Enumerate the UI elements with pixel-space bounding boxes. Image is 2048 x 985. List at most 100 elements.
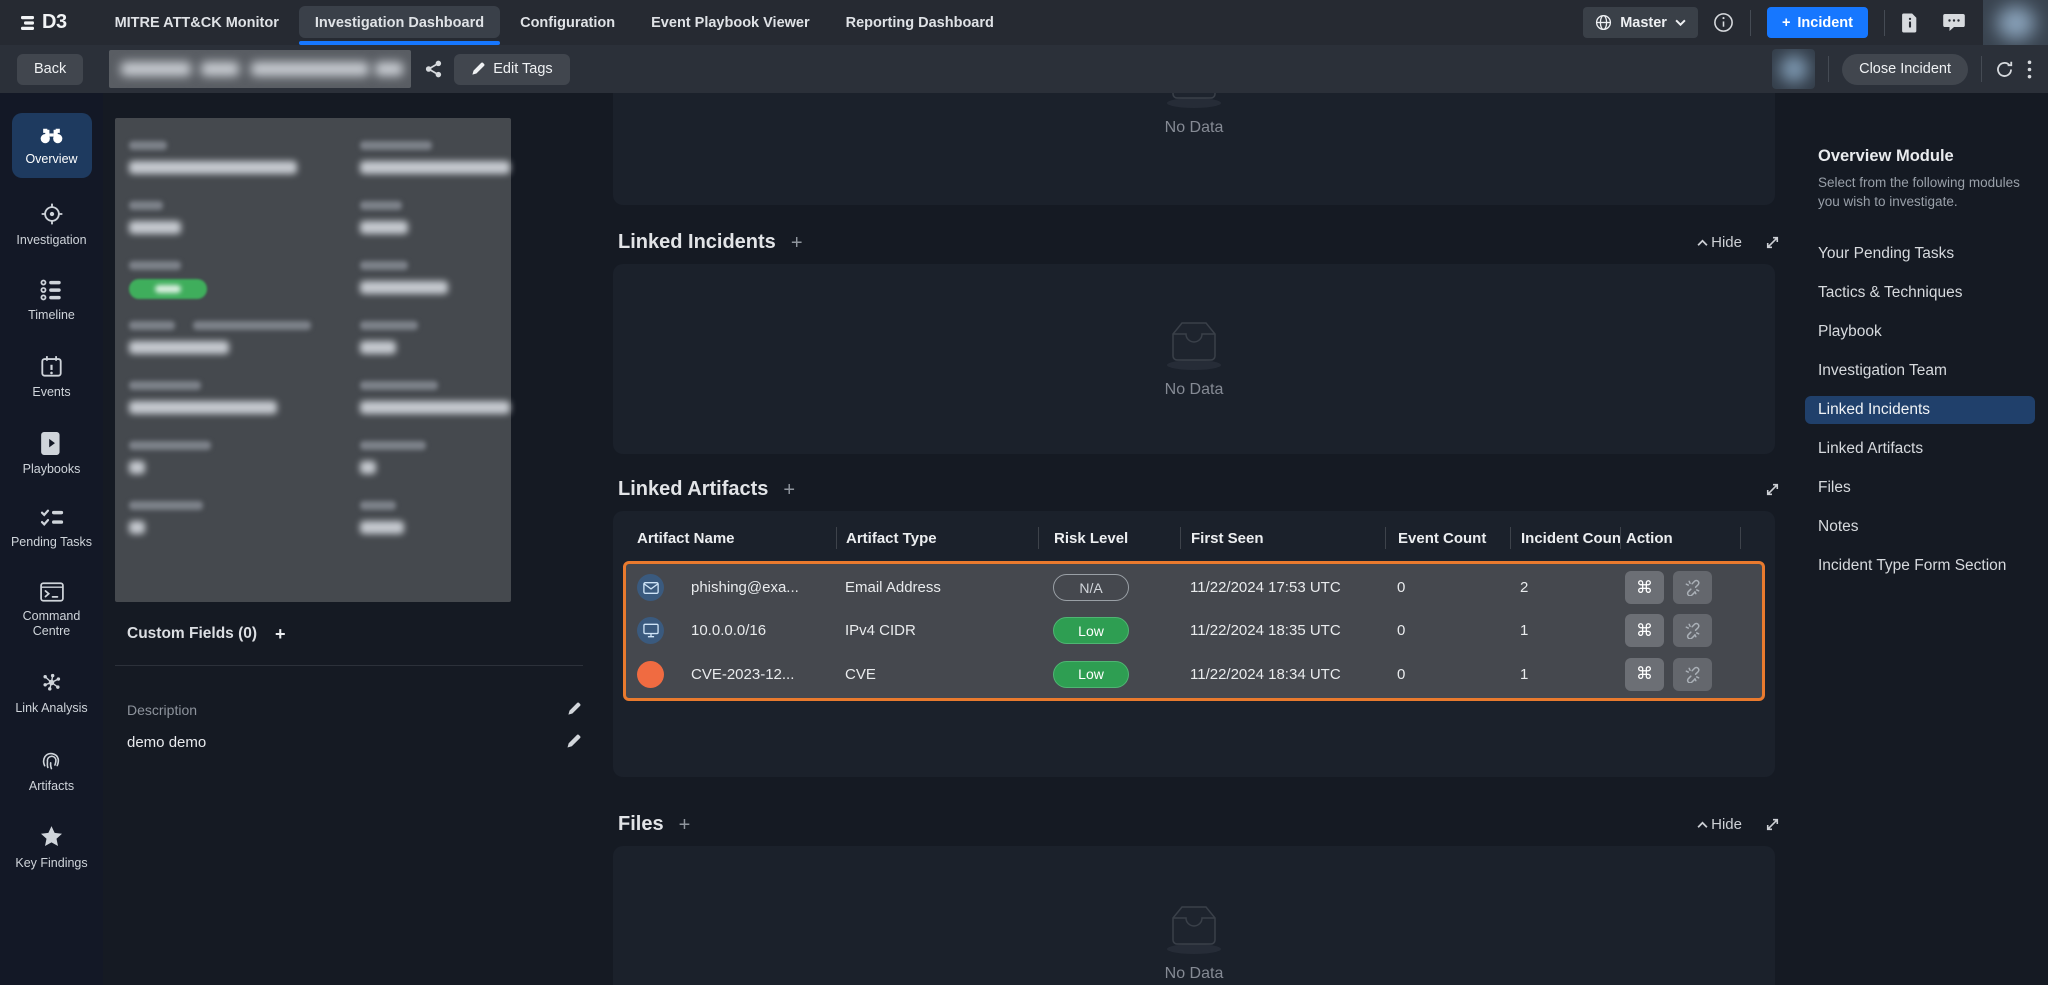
share-icon[interactable] [425,60,442,78]
binoculars-icon [39,125,64,145]
network-icon [40,671,63,694]
redacted-field [360,318,510,378]
module-list-item[interactable]: Incident Type Form Section [1805,552,2035,580]
kebab-menu-icon[interactable] [2027,60,2032,79]
add-file-button[interactable]: + [679,815,691,835]
sidebar-item-timeline[interactable]: Timeline [8,279,96,324]
divider [1884,10,1885,36]
checklist-icon [40,508,64,528]
sidebar-item-artifacts[interactable]: Artifacts [8,748,96,795]
section-title: Linked Incidents [618,231,776,254]
sidebar-item-link-analysis[interactable]: Link Analysis [8,671,96,717]
left-sidebar: Overview Investigation Timel [0,93,103,985]
module-list-item[interactable]: Playbook [1805,318,2035,346]
hide-section-button[interactable]: Hide [1697,234,1742,251]
artifact-table-row[interactable]: phishing@exa... Email Address N/A 11/22/… [637,566,1762,609]
artifact-type: Email Address [836,579,1038,596]
files-card: No Data [613,846,1775,985]
environment-label: Master [1620,15,1667,31]
close-incident-button[interactable]: Close Incident [1842,54,1968,85]
redacted-col-c1 [129,138,360,602]
artifact-table-row[interactable]: CVE-2023-12... CVE Low 11/22/2024 18:34 … [637,653,1762,696]
sidebar-item-investigation[interactable]: Investigation [8,202,96,249]
column-header-spacer [1740,527,1765,549]
first-seen: 11/22/2024 18:34 UTC [1180,666,1385,683]
module-list-item[interactable]: Linked Artifacts [1805,435,2035,463]
user-avatar[interactable] [1983,0,2048,45]
expand-section-icon[interactable] [1764,816,1781,833]
module-list-item[interactable]: Tactics & Techniques [1805,279,2035,307]
column-header: Artifact Name [637,527,836,549]
back-button[interactable]: Back [17,54,83,85]
redacted-field [360,438,510,498]
sidebar-item-key-findings[interactable]: Key Findings [8,825,96,872]
link-analysis-action-button[interactable]: ⌘ [1625,614,1664,647]
artifact-table-row[interactable]: 10.0.0.0/16 IPv4 CIDR Low 11/22/2024 18:… [637,609,1762,652]
column-header: Action [1620,527,1740,549]
edit-tags-button[interactable]: Edit Tags [454,54,569,85]
module-list-item[interactable]: Your Pending Tasks [1805,240,2035,268]
sidebar-item-overview[interactable]: Overview [12,113,92,178]
document-icon[interactable] [1901,13,1919,33]
artifact-name: phishing@exa... [691,579,799,596]
redacted-field [360,258,510,318]
sidebar-item-events[interactable]: Events [8,355,96,401]
redacted-field [360,198,510,258]
module-list-item[interactable]: Investigation Team [1805,357,2035,385]
artifact-table-header: Artifact NameArtifact TypeRisk LevelFirs… [623,511,1765,561]
d3-logo[interactable]: D3 [20,0,67,45]
divider [1828,56,1829,82]
redacted-field [129,438,360,498]
tab-mitre-attck-monitor[interactable]: MITRE ATT&CK Monitor [97,0,297,45]
tab-configuration[interactable]: Configuration [502,0,633,45]
sidebar-item-playbooks[interactable]: Playbooks [8,432,96,478]
tab-event-playbook-viewer[interactable]: Event Playbook Viewer [633,0,828,45]
incident-count: 1 [1510,666,1620,683]
unlink-artifact-button[interactable] [1673,658,1712,691]
chevron-up-icon [1697,239,1708,247]
calendar-alert-icon [40,355,63,378]
add-custom-field-button[interactable]: + [275,625,286,643]
artifact-name: CVE-2023-12... [691,666,794,683]
module-list-item[interactable]: Linked Incidents [1805,396,2035,424]
environment-selector[interactable]: Master [1583,7,1698,38]
custom-fields-label: Custom Fields (0) [127,625,257,643]
unlink-artifact-button[interactable] [1673,571,1712,604]
top-section-card: No Data [613,93,1775,205]
empty-tray-icon [1161,903,1227,955]
module-list-item[interactable]: Notes [1805,513,2035,541]
sidebar-item-command-centre[interactable]: Command Centre [8,582,96,640]
linked-artifacts-header: Linked Artifacts + [613,478,1781,501]
custom-fields-header: Custom Fields (0) + [115,625,583,643]
empty-tray-icon [1161,93,1227,109]
expand-section-icon[interactable] [1764,481,1781,498]
info-icon[interactable] [1713,12,1734,33]
star-icon [39,825,64,849]
files-header: Files + Hide [613,813,1781,836]
column-header: Event Count [1385,527,1510,549]
assignee-avatar[interactable] [1772,49,1815,89]
edit-description-icon[interactable] [567,702,581,721]
event-count: 0 [1385,622,1510,639]
link-analysis-action-button[interactable]: ⌘ [1625,658,1664,691]
expand-section-icon[interactable] [1764,234,1781,251]
module-list-item[interactable]: Files [1805,474,2035,502]
add-linked-artifact-button[interactable]: + [783,480,795,500]
unlink-artifact-button[interactable] [1673,614,1712,647]
link-analysis-action-button[interactable]: ⌘ [1625,571,1664,604]
tab-investigation-dashboard[interactable]: Investigation Dashboard [297,0,502,45]
refresh-icon[interactable] [1995,60,2014,79]
first-seen: 11/22/2024 17:53 UTC [1180,579,1385,596]
new-incident-button[interactable]: + Incident [1767,7,1868,38]
hide-section-button[interactable]: Hide [1697,816,1742,833]
edit-description-icon[interactable] [566,734,581,754]
divider [1981,56,1982,82]
artifact-table-highlight: phishing@exa... Email Address N/A 11/22/… [623,561,1765,701]
redacted-col-c2 [360,138,510,602]
chat-icon[interactable] [1943,13,1965,32]
add-linked-incident-button[interactable]: + [791,233,803,253]
overview-module-panel: Overview Module Select from the followin… [1790,93,2048,985]
artifact-type: CVE [836,666,1038,683]
sidebar-item-pending-tasks[interactable]: Pending Tasks [8,508,96,551]
tab-reporting-dashboard[interactable]: Reporting Dashboard [828,0,1012,45]
